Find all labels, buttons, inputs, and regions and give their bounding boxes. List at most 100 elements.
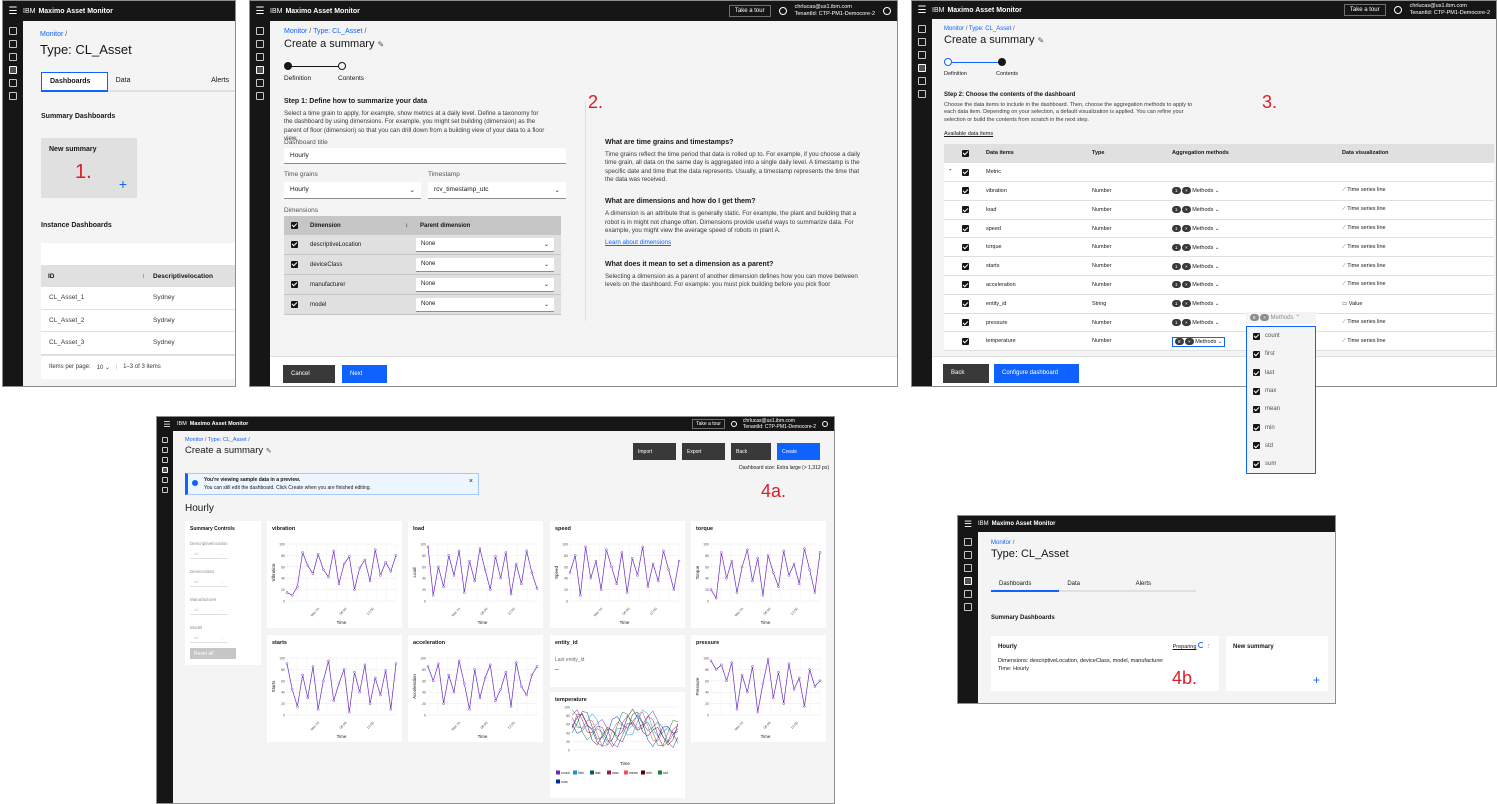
dimension-row[interactable]: descriptiveLocation None ⌄ [284,235,561,255]
row-checkbox[interactable] [290,300,298,308]
select-all-checkbox[interactable] [290,221,298,229]
column-header-parent[interactable]: Parent dimension [416,223,470,229]
edit-icon[interactable]: ✎ [266,448,272,455]
dashboard-icon[interactable] [964,551,972,559]
control-select[interactable]: All ⌄ [190,550,228,559]
row-checkbox[interactable] [962,225,969,233]
column-header-data-items[interactable]: Data items [982,144,1088,164]
step-definition[interactable]: Definition [284,75,311,82]
methods-select[interactable]: 1 × Methods ⌄ [1172,206,1219,214]
table-row[interactable]: starts Number 1 × Methods ⌄ ⟋ Time series l… [944,256,1494,277]
clear-icon[interactable]: × [1182,225,1191,233]
menu-icon[interactable]: ☰ [3,6,23,17]
language-icon[interactable] [918,90,926,98]
time-grains-select[interactable]: Hourly ⌄ [284,182,421,199]
row-checkbox[interactable] [962,337,969,345]
parent-dimension-select[interactable]: None ⌄ [416,237,554,252]
home-icon[interactable] [918,25,926,33]
column-header-visualization[interactable]: Data visualization [1338,144,1494,164]
menu-icon[interactable]: ☰ [250,6,270,17]
home-icon[interactable] [964,538,972,546]
monitor-icon[interactable] [256,66,264,74]
table-row[interactable]: CL_Asset_3 Sydney [41,332,235,355]
row-checkbox[interactable] [962,243,969,251]
methods-select[interactable]: 8 × Methods ⌄ [1172,336,1226,347]
control-select[interactable]: All ⌄ [190,606,228,615]
edit-icon[interactable]: ✎ [378,40,385,49]
column-header-type[interactable]: Type [1088,144,1168,164]
select-all-checkbox[interactable] [962,149,969,157]
method-option[interactable]: mean [1247,400,1315,418]
method-option[interactable]: first [1247,345,1315,363]
group-row-metric[interactable]: ⌃ Metric [944,162,1494,183]
user-avatar-icon[interactable] [822,421,828,427]
devices-icon[interactable] [162,457,168,463]
option-checkbox[interactable] [1253,424,1260,432]
language-icon[interactable] [256,92,264,100]
data-icon[interactable] [162,477,168,483]
clear-icon[interactable]: × [1185,337,1194,345]
help-icon[interactable] [778,7,787,15]
dashboard-icon[interactable] [9,40,17,48]
legend-swatch[interactable] [641,770,645,775]
table-row[interactable]: entity_id String 1 × Methods ⌄ ▭ Value [944,294,1494,314]
row-checkbox[interactable] [962,262,969,270]
methods-dropdown-trigger[interactable]: 8 × Methods ⌃ [1246,312,1316,324]
control-select[interactable]: All ⌄ [190,634,228,643]
data-icon[interactable] [256,79,264,87]
dimension-row[interactable]: manufacturer None ⌄ [284,275,561,295]
home-icon[interactable] [256,27,264,35]
method-option[interactable]: last [1247,364,1315,382]
method-option[interactable]: max [1247,382,1315,400]
per-page-select[interactable]: 10 ⌄ [97,364,110,371]
next-button[interactable]: Next [342,365,387,383]
row-checkbox[interactable] [290,260,298,268]
clear-icon[interactable]: × [1182,262,1191,270]
legend-swatch[interactable] [590,770,594,775]
tab-dashboards[interactable]: Dashboards [991,578,1060,592]
help-icon[interactable] [730,421,737,427]
import-button[interactable]: Import [633,443,676,460]
control-select[interactable]: All ⌄ [190,578,228,587]
table-row[interactable]: temperature Number 8 × Methods ⌄ ⟋ Time ser… [944,331,1494,352]
dashboard-icon[interactable] [918,38,926,46]
devices-icon[interactable] [964,564,972,572]
column-header-dimension[interactable]: Dimension ↕ [304,223,416,229]
language-icon[interactable] [162,487,168,493]
language-icon[interactable] [9,92,17,100]
monitor-icon[interactable] [918,64,926,72]
breadcrumb-monitor[interactable]: Monitor [944,26,964,32]
menu-icon[interactable]: ☰ [958,519,978,530]
row-checkbox[interactable] [962,281,969,289]
overflow-menu-icon[interactable]: ⋮ [1206,644,1212,650]
monitor-icon[interactable] [964,577,972,585]
option-checkbox[interactable] [1253,442,1260,450]
back-button[interactable]: Back [943,364,989,383]
row-checkbox[interactable] [962,206,969,214]
parent-dimension-select[interactable]: None ⌄ [416,277,554,292]
clear-icon[interactable]: × [1182,187,1191,195]
step-definition[interactable]: Definition [944,71,967,77]
take-tour-button[interactable]: Take a tour [728,5,771,17]
methods-select[interactable]: 1 × Methods ⌄ [1172,243,1219,251]
back-button[interactable]: Back [731,443,771,460]
dashboard-icon[interactable] [256,40,264,48]
data-icon[interactable] [918,77,926,85]
timestamp-select[interactable]: rcv_timestamp_utc ⌄ [428,182,566,199]
tab-alerts[interactable]: Alerts [1127,578,1196,592]
methods-select[interactable]: 1 × Methods ⌄ [1172,187,1219,195]
clear-icon[interactable]: × [1182,243,1191,251]
table-row[interactable]: pressure Number 1 × Methods ⌄ ⟋ Time series… [944,313,1494,333]
option-checkbox[interactable] [1253,460,1260,468]
dashboard-title-input[interactable]: Hourly [284,148,566,164]
table-row[interactable]: load Number 1 × Methods ⌄ ⟋ Time series lin… [944,200,1494,220]
table-row[interactable]: vibration Number 1 × Methods ⌄ ⟋ Time serie… [944,181,1494,201]
legend-swatch[interactable] [556,779,560,784]
edit-icon[interactable]: ✎ [1038,36,1045,45]
row-checkbox[interactable] [962,168,969,176]
devices-icon[interactable] [256,53,264,61]
help-icon[interactable] [1393,6,1402,14]
dimension-row[interactable]: deviceClass None ⌄ [284,255,561,275]
take-tour-button[interactable]: Take a tour [1343,4,1386,16]
menu-icon[interactable]: ☰ [912,5,932,16]
